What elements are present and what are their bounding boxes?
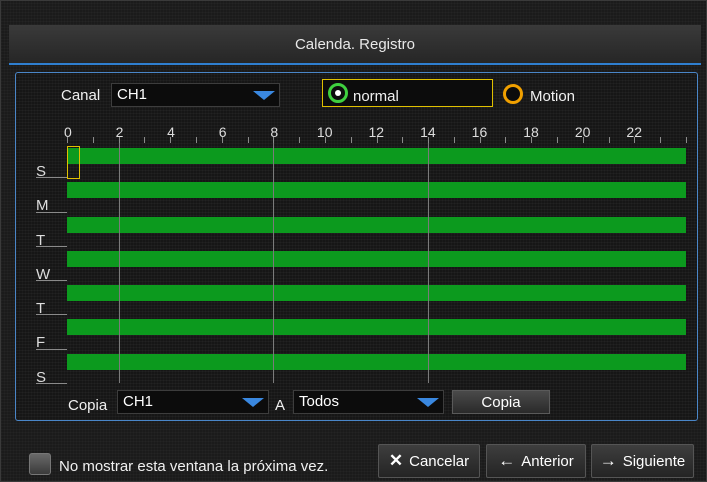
next-button-label: Siguiente bbox=[622, 452, 686, 470]
chevron-down-icon bbox=[238, 391, 268, 413]
record-bar[interactable] bbox=[67, 148, 686, 164]
day-divider bbox=[36, 314, 67, 316]
day-divider bbox=[36, 211, 67, 213]
chevron-down-icon bbox=[249, 84, 279, 106]
cancel-button-label: Cancelar bbox=[409, 452, 470, 470]
grid-divider bbox=[428, 143, 430, 383]
copy-target-select[interactable]: Todos bbox=[293, 390, 444, 414]
dont-show-checkbox[interactable] bbox=[29, 453, 51, 475]
grid-divider bbox=[273, 143, 275, 383]
channel-select[interactable]: CH1 bbox=[111, 83, 280, 107]
record-bar[interactable] bbox=[67, 285, 686, 302]
record-bar[interactable] bbox=[67, 319, 686, 336]
arrow-right-icon: → bbox=[599, 451, 617, 470]
schedule-grid[interactable] bbox=[67, 143, 686, 383]
radio-normal-icon[interactable] bbox=[328, 83, 348, 103]
next-button[interactable]: → Siguiente bbox=[591, 444, 694, 478]
back-button-label: Anterior bbox=[521, 452, 574, 470]
window-title: Calenda. Registro bbox=[9, 25, 701, 65]
mode-motion-label: Motion bbox=[530, 88, 576, 105]
day-divider bbox=[36, 348, 67, 350]
radio-motion-icon[interactable] bbox=[503, 84, 523, 104]
day-divider bbox=[36, 177, 67, 179]
copy-label: Copia bbox=[68, 397, 108, 414]
channel-select-value: CH1 bbox=[117, 86, 148, 103]
dont-show-label: No mostrar esta ventana la próxima vez. bbox=[59, 458, 329, 475]
record-bar[interactable] bbox=[67, 250, 686, 267]
channel-label: Canal bbox=[61, 87, 101, 104]
record-bar[interactable] bbox=[67, 353, 686, 370]
mode-normal-label: normal bbox=[353, 88, 399, 105]
day-divider bbox=[36, 245, 67, 247]
day-divider bbox=[36, 280, 67, 282]
grid-cursor bbox=[67, 146, 80, 179]
cancel-button[interactable]: ✕ Cancelar bbox=[378, 444, 480, 478]
hour-tick bbox=[686, 137, 687, 143]
arrow-left-icon: ← bbox=[498, 451, 516, 470]
copy-target-value: Todos bbox=[299, 393, 340, 410]
copy-source-value: CH1 bbox=[123, 393, 154, 410]
copy-button[interactable]: Copia bbox=[452, 390, 550, 414]
record-bar[interactable] bbox=[67, 182, 686, 199]
chevron-down-icon bbox=[413, 391, 443, 413]
grid-divider bbox=[118, 143, 120, 383]
close-icon: ✕ bbox=[388, 451, 404, 470]
copy-source-select[interactable]: CH1 bbox=[117, 390, 269, 414]
copy-to-label: A bbox=[275, 397, 286, 414]
back-button[interactable]: ← Anterior bbox=[486, 444, 586, 478]
record-bar[interactable] bbox=[67, 216, 686, 233]
day-divider bbox=[36, 383, 67, 384]
